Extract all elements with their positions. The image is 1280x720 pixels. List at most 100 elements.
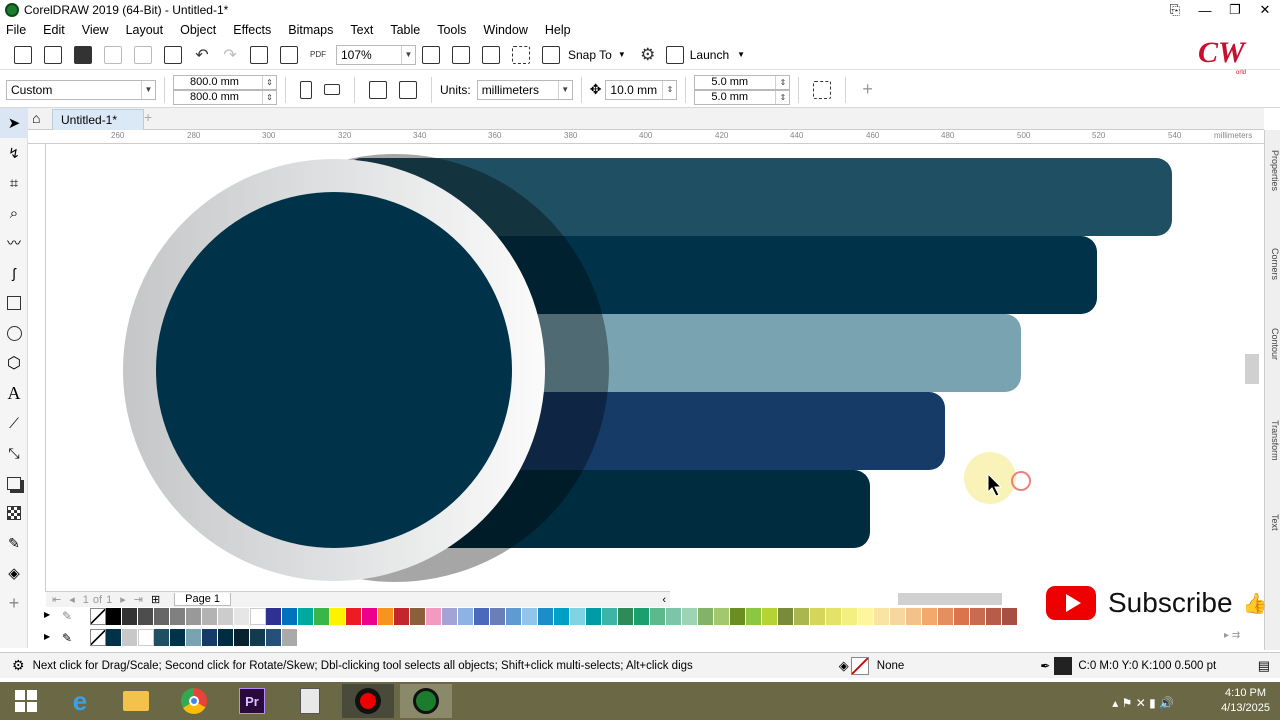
open-icon[interactable] bbox=[44, 45, 62, 64]
connector-tool-icon[interactable]: ⤡ bbox=[0, 438, 28, 468]
outline-pen-icon[interactable]: ✒ bbox=[1040, 659, 1050, 673]
color-swatch[interactable] bbox=[218, 608, 234, 625]
import-icon[interactable] bbox=[250, 45, 268, 64]
fill-swatch-none[interactable] bbox=[850, 656, 869, 675]
color-swatch[interactable] bbox=[234, 629, 250, 646]
publish-pdf-icon[interactable]: PDF bbox=[304, 44, 332, 66]
color-swatch[interactable] bbox=[586, 608, 602, 625]
color-swatch[interactable] bbox=[410, 608, 426, 625]
color-swatch[interactable] bbox=[970, 608, 986, 625]
color-swatch[interactable] bbox=[522, 608, 538, 625]
undo-icon[interactable]: ↶ bbox=[188, 44, 216, 66]
menu-text[interactable]: Text bbox=[350, 23, 373, 37]
color-swatch[interactable] bbox=[1002, 608, 1018, 625]
all-pages-icon[interactable] bbox=[369, 80, 387, 99]
menu-edit[interactable]: Edit bbox=[43, 23, 65, 37]
fill-indicator-icon[interactable]: ◈ bbox=[839, 658, 849, 674]
no-color-swatch[interactable] bbox=[90, 629, 106, 646]
menu-help[interactable]: Help bbox=[545, 23, 571, 37]
palette-arrow-icon[interactable]: ▶ bbox=[44, 610, 50, 619]
inner-circle[interactable] bbox=[156, 192, 512, 548]
eyedropper-tool-icon[interactable]: ✎ bbox=[0, 528, 28, 558]
taskbar-chrome[interactable] bbox=[168, 684, 220, 718]
shape-tool-icon[interactable]: ↯ bbox=[0, 138, 28, 168]
options-gear-icon[interactable]: ⚙ bbox=[636, 44, 660, 66]
pick-tool-icon[interactable]: ➤ bbox=[0, 108, 28, 138]
color-swatch[interactable] bbox=[346, 608, 362, 625]
color-swatch[interactable] bbox=[330, 608, 346, 625]
color-swatch[interactable] bbox=[890, 608, 906, 625]
color-swatch[interactable] bbox=[250, 608, 266, 625]
color-swatch[interactable] bbox=[362, 608, 378, 625]
color-swatch[interactable] bbox=[106, 608, 122, 625]
color-swatch[interactable] bbox=[474, 608, 490, 625]
prev-page-icon[interactable]: ◂ bbox=[69, 593, 75, 606]
outline-swatch[interactable] bbox=[1054, 656, 1073, 675]
color-swatch[interactable] bbox=[954, 608, 970, 625]
taskbar-calculator[interactable] bbox=[284, 684, 336, 718]
spinner-icon[interactable]: ⇕ bbox=[262, 75, 276, 89]
save-icon[interactable] bbox=[74, 45, 92, 64]
color-swatch[interactable] bbox=[234, 608, 250, 625]
new-tab-icon[interactable]: + bbox=[144, 109, 152, 125]
color-swatch[interactable] bbox=[282, 629, 298, 646]
color-swatch[interactable] bbox=[634, 608, 650, 625]
zoom-level-combo[interactable]: 107% ▼ bbox=[336, 44, 416, 65]
color-swatch[interactable] bbox=[666, 608, 682, 625]
document-tab[interactable]: Untitled-1* bbox=[52, 109, 144, 130]
color-swatch[interactable] bbox=[266, 629, 282, 646]
chevron-down-icon[interactable]: ▼ bbox=[618, 50, 626, 59]
page-height-input[interactable]: 800.0 mm ⇕ bbox=[173, 89, 277, 105]
minimize-button[interactable]: — bbox=[1190, 0, 1220, 20]
rectangle-tool-icon[interactable] bbox=[0, 288, 28, 318]
scroll-thumb[interactable] bbox=[1245, 354, 1259, 384]
treat-as-filled-icon[interactable] bbox=[813, 80, 832, 99]
portrait-icon[interactable] bbox=[300, 80, 312, 99]
color-swatch[interactable] bbox=[826, 608, 842, 625]
drop-shadow-tool-icon[interactable] bbox=[0, 468, 28, 498]
duplicate-y-input[interactable]: 5.0 mm ⇕ bbox=[694, 89, 791, 105]
color-swatch[interactable] bbox=[250, 629, 266, 646]
print-icon[interactable] bbox=[104, 45, 122, 64]
color-swatch[interactable] bbox=[794, 608, 810, 625]
color-swatch[interactable] bbox=[602, 608, 618, 625]
current-page-icon[interactable] bbox=[399, 80, 417, 99]
home-icon[interactable]: ⌂ bbox=[32, 110, 40, 126]
page-preset-combo[interactable]: Custom ▼ bbox=[6, 79, 156, 100]
color-swatch[interactable] bbox=[106, 629, 122, 646]
color-swatch[interactable] bbox=[458, 608, 474, 625]
color-swatch[interactable] bbox=[298, 608, 314, 625]
next-page-icon[interactable]: ▸ bbox=[120, 593, 126, 606]
docker-tab-corners[interactable]: Corners bbox=[1266, 248, 1280, 280]
units-combo[interactable]: millimeters ▼ bbox=[476, 79, 573, 100]
interactive-fill-tool-icon[interactable]: ◈ bbox=[0, 558, 28, 588]
export-icon[interactable] bbox=[280, 45, 298, 64]
menu-view[interactable]: View bbox=[82, 23, 109, 37]
color-swatch[interactable] bbox=[778, 608, 794, 625]
default-color-palette[interactable] bbox=[90, 608, 1018, 626]
color-swatch[interactable] bbox=[714, 608, 730, 625]
alignment-guides-icon[interactable] bbox=[542, 45, 560, 64]
taskbar-recorder[interactable] bbox=[342, 684, 394, 718]
color-swatch[interactable] bbox=[874, 608, 890, 625]
menu-bitmaps[interactable]: Bitmaps bbox=[288, 23, 333, 37]
redo-icon[interactable]: ↷ bbox=[216, 44, 244, 66]
color-swatch[interactable] bbox=[906, 608, 922, 625]
color-swatch[interactable] bbox=[218, 629, 234, 646]
eyedropper-icon[interactable]: ✎ bbox=[62, 609, 72, 623]
menu-effects[interactable]: Effects bbox=[233, 23, 271, 37]
page-width-input[interactable]: 800.0 mm ⇕ bbox=[173, 74, 277, 90]
color-swatch[interactable] bbox=[570, 608, 586, 625]
document-color-palette[interactable] bbox=[90, 629, 298, 647]
launch-app-icon[interactable] bbox=[665, 45, 684, 64]
color-swatch[interactable] bbox=[314, 608, 330, 625]
new-document-icon[interactable] bbox=[14, 45, 32, 64]
color-swatch[interactable] bbox=[442, 608, 458, 625]
tray-icons[interactable]: ▴ ⚑ ✕ ▮ 🔊 bbox=[1112, 696, 1174, 711]
spinner-icon[interactable]: ⇕ bbox=[775, 90, 789, 104]
h-scroll-thumb[interactable] bbox=[898, 593, 1002, 605]
color-settings-icon[interactable]: ▤ bbox=[1258, 658, 1270, 674]
color-swatch[interactable] bbox=[650, 608, 666, 625]
color-swatch[interactable] bbox=[186, 608, 202, 625]
color-swatch[interactable] bbox=[202, 629, 218, 646]
